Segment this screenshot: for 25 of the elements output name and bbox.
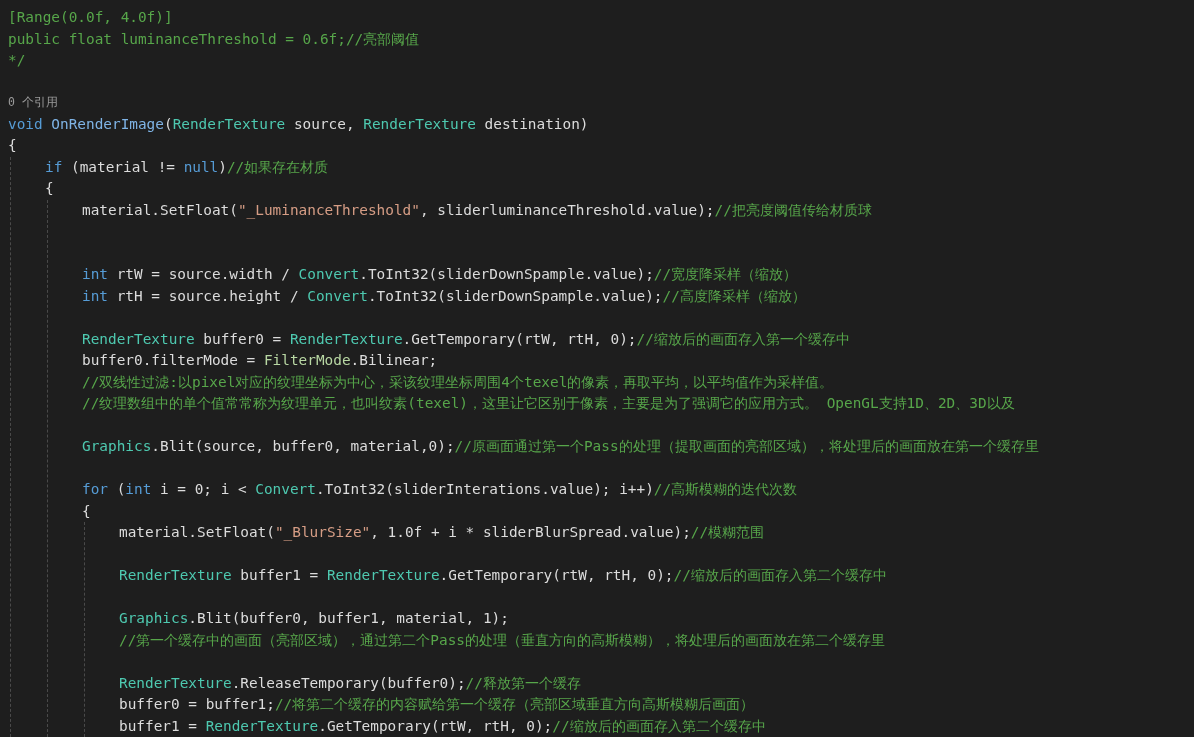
code-line: void OnRenderImage(RenderTexture source, RenderTexture destination)	[8, 114, 589, 134]
code-line: RenderTexture.ReleaseTemporary(buffer0);//释放第一个缓存	[119, 673, 581, 693]
code-line: for (int i = 0; i < Convert.ToInt32(sliderInterations.value); i++)//高斯模糊的迭代次数	[82, 480, 798, 499]
code-line: buffer0.filterMode = FilterMode.Bilinear;	[82, 351, 438, 370]
code-line: material.SetFloat("_LuminanceThreshold", sliderluminanceThreshold.value);//把亮度阈值传给材质球	[82, 200, 872, 221]
code-comment: //双线性过滤:以pixel对应的纹理坐标为中心，采该纹理坐标周围4个texel的像素，再取平均，以平均值作为采样值。	[82, 372, 834, 392]
code-line: RenderTexture buffer1 = RenderTexture.GetTemporary(rtW, rtH, 0);//缩放后的画面存入第二个缓存中	[119, 566, 887, 585]
code-line: {	[82, 501, 91, 521]
code-line: if (material != null)//如果存在材质	[45, 157, 329, 177]
code-comment: public float luminanceThreshold = 0.6f;//亮部阈值	[8, 29, 420, 49]
code-line: material.SetFloat("_BlurSize", 1.0f + i * sliderBlurSpread.value);//模糊范围	[119, 523, 765, 543]
code-comment: //纹理数组中的单个值常常称为纹理单元，也叫纹素(texel)，这里让它区别于像素，主要是为了强调它的应用方式。 OpenGL支持1D、2D、3D以及	[82, 394, 1015, 413]
code-comment: */	[8, 51, 26, 70]
code-line: {	[8, 136, 17, 155]
code-comment: //第一个缓存中的画面（亮部区域），通过第二个Pass的处理（垂直方向的高斯模糊），将处理后的画面放在第二个缓存里	[119, 630, 885, 650]
code-line: {	[45, 179, 54, 198]
code-line: buffer0 = buffer1;//将第二个缓存的内容赋给第一个缓存（亮部区域垂直方向高斯模糊后画面）	[119, 695, 755, 714]
code-line: RenderTexture buffer0 = RenderTexture.GetTemporary(rtW, rtH, 0);//缩放后的画面存入第一个缓存中	[82, 329, 850, 349]
code-line: Graphics.Blit(source, buffer0, material,0);//原画面通过第一个Pass的处理（提取画面的亮部区域），将处理后的画面放在第一个缓存里	[82, 437, 1039, 456]
code-line: Graphics.Blit(buffer0, buffer1, material, 1);	[119, 609, 509, 628]
code-line: int rtH = source.height / Convert.ToInt32(sliderDownSpample.value);//高度降采样（缩放）	[82, 286, 806, 306]
code-line: int rtW = source.width / Convert.ToInt32(sliderDownSpample.value);//宽度降采样（缩放）	[82, 265, 798, 284]
code-line: buffer1 = RenderTexture.GetTemporary(rtW, rtH, 0);//缩放后的画面存入第二个缓存中	[119, 716, 766, 736]
reference-count[interactable]: 0 个引用	[8, 92, 58, 114]
code-comment: [Range(0.0f, 4.0f)]	[8, 8, 173, 27]
